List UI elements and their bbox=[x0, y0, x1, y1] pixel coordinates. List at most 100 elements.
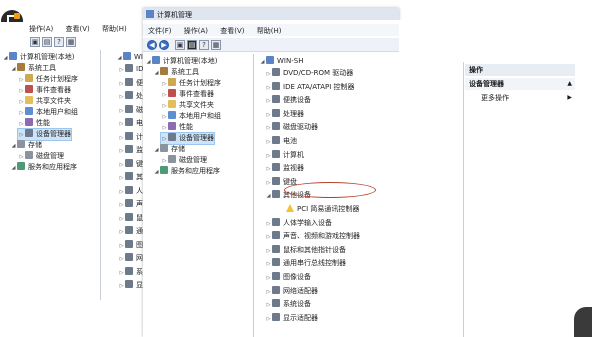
expand-toggle-icon[interactable]: ▷ bbox=[265, 314, 272, 325]
device-category-partial[interactable]: ▷ 网 bbox=[118, 253, 143, 264]
device-category-partial[interactable]: ▷ 电 bbox=[118, 118, 143, 129]
tree-item[interactable]: ▷ 事件查看器 bbox=[161, 89, 214, 100]
expand-toggle-icon[interactable]: ▷ bbox=[118, 200, 125, 211]
device-category-partial[interactable]: ▷ 键 bbox=[118, 158, 143, 171]
expand-toggle-icon[interactable]: ▷ bbox=[265, 151, 272, 162]
menu-action[interactable]: 操作(A) bbox=[179, 24, 213, 38]
back-menu-help[interactable]: 帮助(H) bbox=[97, 22, 132, 36]
expand-toggle-icon[interactable]: ▷ bbox=[118, 106, 125, 117]
device-category[interactable]: ▷ 图像设备 bbox=[265, 272, 311, 283]
expand-toggle-icon[interactable]: ▷ bbox=[118, 173, 125, 184]
expand-toggle-icon[interactable]: ▷ bbox=[118, 268, 125, 279]
expand-toggle-icon[interactable]: ▷ bbox=[265, 110, 272, 121]
device-category-partial[interactable]: ▷ 图 bbox=[118, 239, 143, 252]
expand-toggle-icon[interactable]: ▷ bbox=[118, 187, 125, 198]
expand-toggle-icon[interactable]: ▷ bbox=[118, 214, 125, 225]
expand-toggle-icon[interactable]: ◢ bbox=[10, 141, 17, 152]
expand-toggle-icon[interactable]: ▷ bbox=[118, 254, 125, 265]
expand-toggle-icon[interactable]: ◢ bbox=[10, 64, 17, 75]
device-category[interactable]: ▷ 网络适配器 bbox=[265, 285, 318, 297]
expand-toggle-icon[interactable]: ▷ bbox=[118, 241, 125, 252]
menu-file[interactable]: 文件(F) bbox=[143, 24, 177, 38]
menu-view[interactable]: 查看(V) bbox=[215, 24, 249, 38]
tree-item[interactable]: ◢ 系统工具 bbox=[10, 63, 56, 74]
tree-item[interactable]: ▷ 设备管理器 bbox=[160, 132, 215, 145]
back-arrow-icon[interactable]: ◀ bbox=[147, 40, 157, 50]
device-category-partial[interactable]: ▷ 鼠 bbox=[118, 212, 143, 225]
device-category[interactable]: ▷ 磁盘驱动器 bbox=[265, 122, 318, 133]
device-category-partial[interactable]: ▷ 便 bbox=[118, 77, 143, 89]
tree-item[interactable]: ▷ 任务计划程序 bbox=[18, 74, 78, 85]
tree-item[interactable]: ▷ 共享文件夹 bbox=[161, 100, 214, 111]
up-folder-icon[interactable]: ▣ bbox=[175, 40, 185, 50]
device-category[interactable]: ▷ 电池 bbox=[265, 136, 297, 147]
device-category[interactable]: ▷ 处理器 bbox=[265, 108, 304, 121]
device-category-partial[interactable]: ▷ 磁 bbox=[118, 104, 143, 117]
device-category-partial[interactable]: ▷ 处 bbox=[118, 91, 143, 102]
expand-toggle-icon[interactable]: ◢ bbox=[153, 68, 160, 79]
expand-toggle-icon[interactable]: ◢ bbox=[10, 163, 17, 174]
device-category[interactable]: ▷ 系统设备 bbox=[265, 299, 311, 310]
expand-toggle-icon[interactable]: ▷ bbox=[118, 119, 125, 130]
device-category-partial[interactable]: ▷ 人 bbox=[118, 185, 143, 198]
tree-item[interactable]: ◢ 存储 bbox=[10, 140, 42, 151]
console-tree-icon[interactable]: ▤ bbox=[187, 40, 197, 50]
help-icon[interactable]: ? bbox=[199, 40, 209, 50]
device-category-partial[interactable]: ▷ 声 bbox=[118, 199, 143, 210]
tree-item[interactable]: ▷ 性能 bbox=[18, 118, 50, 129]
devices-root[interactable]: ◢ WIN-SH bbox=[259, 56, 303, 67]
device-category-partial[interactable]: ▷ 其 bbox=[118, 172, 143, 183]
device-category[interactable]: ▷ 鼠标和其他指针设备 bbox=[265, 244, 346, 257]
device-category-partial[interactable]: ▷ 通 bbox=[118, 226, 143, 237]
expand-toggle-icon[interactable]: ◢ bbox=[265, 191, 272, 202]
show-hide-icon[interactable]: ▦ bbox=[211, 40, 221, 50]
expand-toggle-icon[interactable]: ▷ bbox=[118, 160, 125, 171]
back-middle-header[interactable]: ◢WIN- bbox=[116, 52, 145, 63]
expand-toggle-icon[interactable]: ◢ bbox=[2, 53, 9, 64]
menu-help[interactable]: 帮助(H) bbox=[252, 24, 287, 38]
forward-arrow-icon[interactable]: ▶ bbox=[159, 40, 169, 50]
expand-toggle-icon[interactable]: ◢ bbox=[153, 145, 160, 156]
device-category[interactable]: ▷ 计算机 bbox=[265, 149, 304, 162]
expand-toggle-icon[interactable]: ◢ bbox=[153, 167, 160, 178]
expand-toggle-icon[interactable]: ▷ bbox=[265, 83, 272, 94]
device-category[interactable]: ▷ 人体学输入设备 bbox=[265, 217, 332, 229]
expand-toggle-icon[interactable]: ▷ bbox=[265, 123, 272, 134]
toolbar-help-icon[interactable]: ? bbox=[54, 37, 64, 47]
device-category[interactable]: ▷ IDE ATA/ATAPI 控制器 bbox=[265, 81, 355, 94]
expand-toggle-icon[interactable]: ▷ bbox=[118, 281, 125, 292]
device-category[interactable]: ▷ 声音、视频和游戏控制器 bbox=[265, 231, 360, 242]
tree-item[interactable]: ▷ 本地用户和组 bbox=[161, 111, 221, 122]
tree-item[interactable]: ▷ 任务计划程序 bbox=[161, 78, 221, 89]
expand-toggle-icon[interactable]: ▷ bbox=[265, 137, 272, 148]
tree-item[interactable]: ▷ 设备管理器 bbox=[17, 128, 72, 141]
tree-item[interactable]: ◢ 计算机管理(本地) bbox=[2, 52, 74, 63]
expand-toggle-icon[interactable]: ▷ bbox=[265, 96, 272, 107]
tree-item[interactable]: ◢ 存储 bbox=[153, 144, 185, 155]
expand-toggle-icon[interactable]: ▷ bbox=[118, 227, 125, 238]
tree-item[interactable]: ▷ 事件查看器 bbox=[18, 85, 71, 96]
toolbar-folder-icon[interactable]: ▣ bbox=[30, 37, 40, 47]
action-device-manager[interactable]: 设备管理器 ▲ bbox=[465, 78, 575, 90]
tree-item[interactable]: ▷ 本地用户和组 bbox=[18, 107, 78, 118]
tree-item[interactable]: ◢ 服务和应用程序 bbox=[10, 162, 77, 173]
action-more-actions[interactable]: 更多操作 ▶ bbox=[465, 92, 575, 104]
device-category[interactable]: ▷ 监视器 bbox=[265, 163, 304, 174]
toolbar-properties-icon[interactable]: ▤ bbox=[42, 37, 52, 47]
expand-toggle-icon[interactable]: ▷ bbox=[265, 164, 272, 175]
device-category-partial[interactable]: ▷ ID bbox=[118, 64, 143, 75]
toolbar-view-icon[interactable]: ▦ bbox=[66, 37, 76, 47]
expand-toggle-icon[interactable]: ▷ bbox=[265, 273, 272, 284]
device-category-partial[interactable]: ▷ 计 bbox=[118, 131, 143, 143]
expand-toggle-icon[interactable]: ▷ bbox=[265, 300, 272, 311]
tree-item[interactable]: ▷ 磁盘管理 bbox=[18, 151, 64, 162]
tree-item[interactable]: ▷ 性能 bbox=[161, 122, 193, 133]
expand-toggle-icon[interactable]: ▷ bbox=[118, 92, 125, 103]
expand-toggle-icon[interactable]: ▷ bbox=[265, 69, 272, 80]
device-category-partial[interactable]: ▷ 显 bbox=[118, 280, 143, 291]
expand-toggle-icon[interactable]: ▷ bbox=[265, 246, 272, 257]
expand-toggle-icon[interactable]: ▷ bbox=[118, 65, 125, 76]
tree-item[interactable]: ◢ 系统工具 bbox=[153, 67, 199, 78]
device-category-partial[interactable]: ▷ 监 bbox=[118, 145, 143, 156]
device-category[interactable]: ▷ 显示适配器 bbox=[265, 312, 318, 325]
